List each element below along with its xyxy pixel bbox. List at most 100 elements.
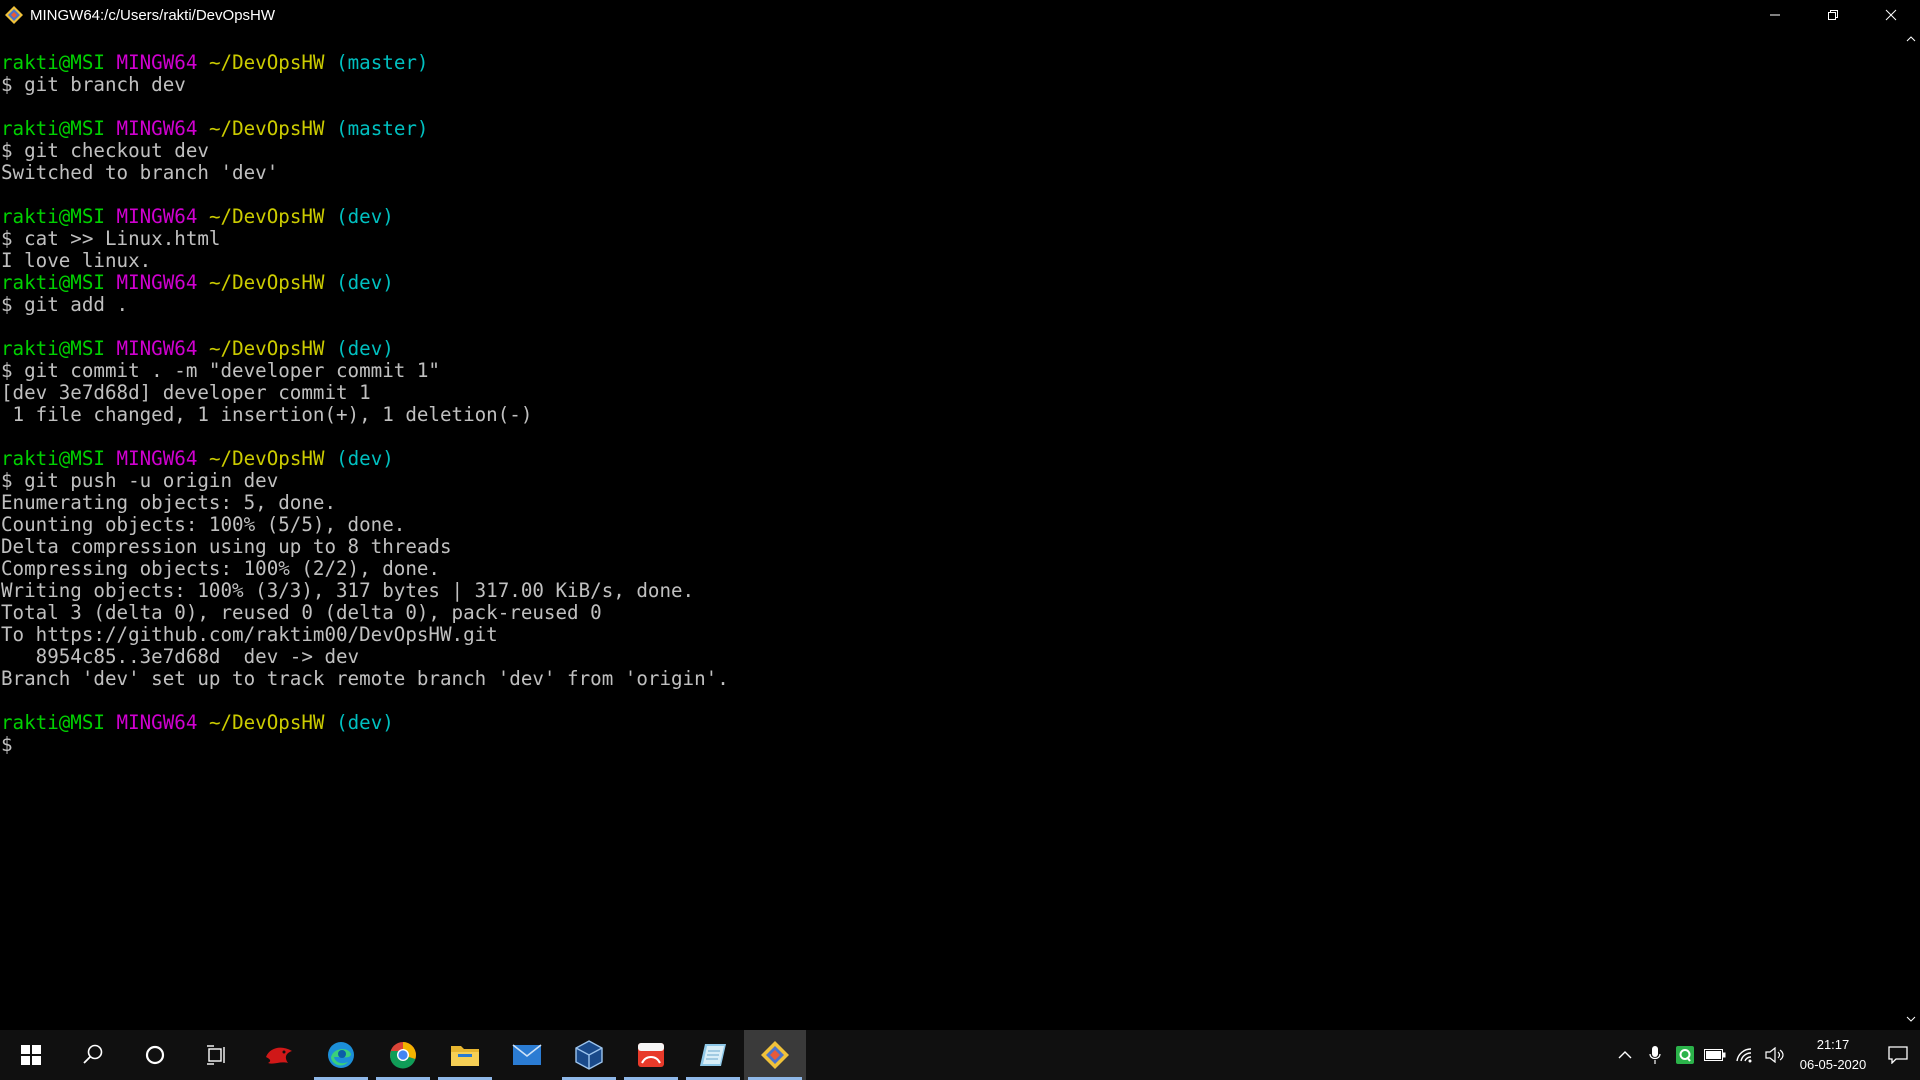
cortana-button[interactable]: [124, 1030, 186, 1080]
taskbar-app-msi-dragon[interactable]: [248, 1030, 310, 1080]
prompt-system: MINGW64: [116, 447, 198, 470]
prompt-path: ~/DevOpsHW: [208, 447, 325, 470]
output-line: Enumerating objects: 5, done.: [1, 491, 337, 514]
close-button[interactable]: [1862, 0, 1920, 30]
prompt-user: rakti@MSI: [1, 337, 105, 360]
scroll-down-arrow[interactable]: [1901, 1010, 1920, 1028]
minimize-button[interactable]: [1746, 0, 1804, 30]
taskbar-app-chrome[interactable]: [372, 1030, 434, 1080]
prompt-branch: (dev): [336, 271, 394, 294]
mail-icon: [512, 1044, 542, 1065]
prompt-system: MINGW64: [116, 337, 198, 360]
output-line: $ git checkout dev: [1, 139, 209, 162]
notepad-icon: [700, 1044, 726, 1066]
taskbar-app-notepad[interactable]: [682, 1030, 744, 1080]
prompt-line: rakti@MSI MINGW64 ~/DevOpsHW (dev): [1, 272, 1896, 294]
prompt-branch: (master): [336, 117, 429, 140]
red-app-icon: [638, 1043, 664, 1067]
msi-dragon-icon: [266, 1047, 292, 1064]
wifi-button[interactable]: [1730, 1030, 1760, 1080]
search-icon: [83, 1044, 103, 1064]
battery-icon: [1704, 1049, 1726, 1061]
prompt-line: rakti@MSI MINGW64 ~/DevOpsHW (master): [1, 118, 1896, 140]
chevron-down-icon: [1906, 1016, 1915, 1022]
system-tray: 21:17 06-05-2020: [1610, 1030, 1920, 1080]
restore-icon: [1828, 10, 1838, 20]
title-bar[interactable]: MINGW64:/c/Users/rakti/DevOpsHW: [0, 0, 1920, 30]
output-line: Compressing objects: 100% (2/2), done.: [1, 557, 440, 580]
output-line: [dev 3e7d68d] developer commit 1: [1, 381, 371, 404]
notification-icon: [1888, 1046, 1908, 1064]
speaker-icon: [1765, 1047, 1784, 1063]
cortana-ring-icon: [145, 1045, 165, 1065]
prompt-branch: (dev): [336, 205, 394, 228]
show-hidden-icons-button[interactable]: [1610, 1030, 1640, 1080]
clock[interactable]: 21:17 06-05-2020: [1790, 1030, 1876, 1080]
taskbar-app-mail[interactable]: [496, 1030, 558, 1080]
terminal-output[interactable]: rakti@MSI MINGW64 ~/DevOpsHW (master) $ g…: [1, 52, 1896, 1027]
vertical-scrollbar[interactable]: [1901, 30, 1920, 1028]
window-title: MINGW64:/c/Users/rakti/DevOpsHW: [30, 6, 276, 24]
prompt-system: MINGW64: [116, 205, 198, 228]
output-line: Writing objects: 100% (3/3), 317 bytes |…: [1, 579, 695, 602]
prompt-path: ~/DevOpsHW: [208, 271, 325, 294]
prompt-path: ~/DevOpsHW: [208, 205, 325, 228]
output-line: $ git branch dev: [1, 73, 186, 96]
git-icon: [761, 1041, 789, 1069]
taskbar-app-edge[interactable]: [310, 1030, 372, 1080]
output-line: $ git commit . -m "developer commit 1": [1, 359, 440, 382]
prompt-user: rakti@MSI: [1, 271, 105, 294]
search-button[interactable]: [62, 1030, 124, 1080]
taskbar-app-virtualbox[interactable]: [558, 1030, 620, 1080]
taskbar-app-file-explorer[interactable]: [434, 1030, 496, 1080]
output-line: Counting objects: 100% (5/5), done.: [1, 513, 406, 536]
volume-button[interactable]: [1760, 1030, 1790, 1080]
prompt-path: ~/DevOpsHW: [208, 711, 325, 734]
prompt-user: rakti@MSI: [1, 117, 105, 140]
folder-icon: [451, 1046, 479, 1066]
minimize-icon: [1770, 14, 1780, 16]
quick-heal-button[interactable]: [1670, 1030, 1700, 1080]
restore-button[interactable]: [1804, 0, 1862, 30]
prompt-user: rakti@MSI: [1, 51, 105, 74]
prompt-branch: (master): [336, 51, 429, 74]
taskbar-app-red-app[interactable]: [620, 1030, 682, 1080]
clock-date: 06-05-2020: [1799, 1057, 1867, 1072]
prompt-system: MINGW64: [116, 711, 198, 734]
output-line: Switched to branch 'dev': [1, 161, 279, 184]
chevron-up-icon: [1906, 36, 1915, 42]
prompt-user: rakti@MSI: [1, 205, 105, 228]
windows-logo-icon: [21, 1045, 41, 1065]
battery-button[interactable]: [1700, 1030, 1730, 1080]
action-center-button[interactable]: [1876, 1030, 1920, 1080]
start-button[interactable]: [0, 1030, 62, 1080]
output-line: I love linux.: [1, 249, 152, 272]
prompt-user: rakti@MSI: [1, 447, 105, 470]
taskbar-app-git-bash[interactable]: [744, 1030, 806, 1080]
output-line: 1 file changed, 1 insertion(+), 1 deleti…: [1, 403, 533, 426]
chrome-icon: [390, 1042, 416, 1069]
output-line: $ cat >> Linux.html: [1, 227, 221, 250]
q-app-icon: [1676, 1046, 1694, 1064]
microphone-icon: [1649, 1046, 1661, 1064]
edge-icon: [328, 1042, 354, 1068]
close-icon: [1885, 9, 1897, 21]
prompt-path: ~/DevOpsHW: [208, 337, 325, 360]
virtualbox-icon: [575, 1040, 603, 1070]
prompt-branch: (dev): [336, 447, 394, 470]
prompt-system: MINGW64: [116, 271, 198, 294]
scroll-up-arrow[interactable]: [1901, 30, 1920, 48]
output-line: Delta compression using up to 8 threads: [1, 535, 452, 558]
task-view-button[interactable]: [186, 1030, 248, 1080]
prompt-branch: (dev): [336, 337, 394, 360]
output-line: Branch 'dev' set up to track remote bran…: [1, 667, 729, 690]
prompt-branch: (dev): [336, 711, 394, 734]
taskbar: 21:17 06-05-2020: [0, 1030, 1920, 1080]
prompt-system: MINGW64: [116, 51, 198, 74]
microphone-button[interactable]: [1640, 1030, 1670, 1080]
